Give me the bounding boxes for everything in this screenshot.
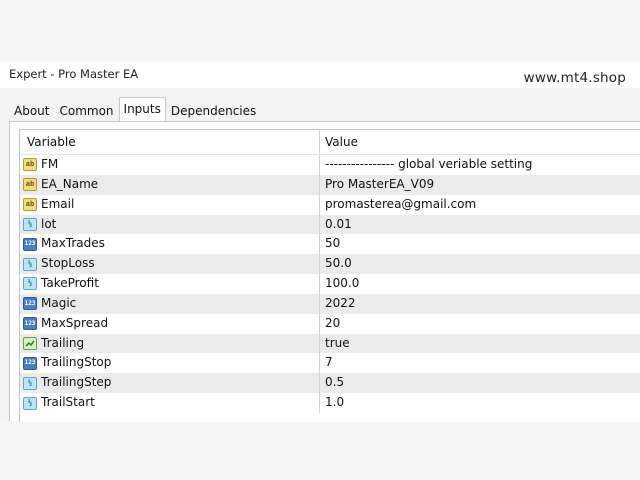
variable-cell: ½ TakeProfit — [20, 274, 320, 294]
string-type-icon: ab — [23, 178, 37, 192]
int-type-icon: 123 — [23, 297, 37, 311]
variable-name: TrailingStop — [41, 355, 112, 370]
input-row-magic[interactable]: 123 Magic 2022 — [20, 293, 640, 314]
input-row-ea-name[interactable]: ab EA_Name Pro MasterEA_V09 — [20, 174, 640, 195]
variable-name: FM — [41, 157, 59, 171]
input-row-trailingstop[interactable]: 123 TrailingStop 7 — [20, 353, 640, 374]
variable-cell: ab FM — [20, 155, 320, 175]
input-row-takeprofit[interactable]: ½ TakeProfit 100.0 — [20, 274, 640, 294]
value-cell[interactable]: 1.0 — [320, 393, 640, 413]
variable-cell: 123 TrailingStop — [20, 353, 320, 374]
input-row-trailstart[interactable]: ½ TrailStart 1.0 — [20, 393, 640, 413]
variable-cell: 123 MaxSpread — [20, 313, 320, 334]
tab-common[interactable]: Common — [54, 100, 118, 122]
variable-name: EA_Name — [41, 176, 99, 191]
bool-type-icon — [23, 337, 37, 351]
tab-bar: About Common Inputs Dependencies — [9, 97, 261, 123]
variable-cell: ½ lot — [20, 214, 320, 235]
input-row-stoploss[interactable]: ½ StopLoss 50.0 — [20, 254, 640, 275]
variable-name: MaxTrades — [41, 236, 105, 251]
inputs-panel: Variable Value ab FM ---------------- glob… — [9, 121, 640, 422]
variable-name: lot — [41, 216, 57, 231]
title-bar[interactable]: Expert - Pro Master EA www.mt4.shop — [0, 62, 640, 88]
variable-cell: ½ StopLoss — [20, 254, 320, 275]
double-type-icon: ½ — [23, 217, 37, 231]
variable-name: TakeProfit — [41, 276, 99, 291]
variable-cell: 123 MaxTrades — [20, 234, 320, 255]
int-type-icon: 123 — [23, 237, 37, 251]
grid-rows: ab FM ---------------- global veriable set… — [20, 155, 640, 413]
variable-cell: Trailing — [20, 333, 320, 354]
value-cell[interactable]: 20 — [320, 314, 640, 334]
variable-name: TrailingStep — [41, 375, 112, 390]
variable-name: Email — [41, 196, 75, 211]
value-cell[interactable]: 7 — [320, 353, 640, 373]
grid-header: Variable Value — [20, 130, 640, 155]
tab-about[interactable]: About — [9, 100, 54, 122]
string-type-icon: ab — [23, 158, 37, 172]
value-cell[interactable]: 2022 — [320, 294, 640, 314]
double-type-icon: ½ — [23, 376, 37, 390]
window-title: Expert - Pro Master EA — [9, 67, 139, 81]
value-cell[interactable]: 50.0 — [320, 254, 640, 274]
input-row-maxspread[interactable]: 123 MaxSpread 20 — [20, 313, 640, 334]
double-type-icon: ½ — [23, 396, 37, 410]
variable-cell: ab EA_Name — [20, 174, 320, 195]
value-cell[interactable]: 100.0 — [320, 274, 640, 294]
string-type-icon: ab — [23, 198, 37, 212]
value-cell[interactable]: promasterea@gmail.com — [320, 195, 640, 215]
input-row-maxtrades[interactable]: 123 MaxTrades 50 — [20, 234, 640, 255]
column-header-variable[interactable]: Variable — [20, 130, 320, 154]
input-row-trailingstep[interactable]: ½ TrailingStep 0.5 — [20, 373, 640, 394]
value-cell[interactable]: 0.01 — [320, 215, 640, 235]
variable-name: Trailing — [41, 335, 85, 350]
variable-cell: 123 Magic — [20, 293, 320, 314]
inputs-grid: Variable Value ab FM ---------------- glob… — [19, 129, 640, 422]
input-row-email[interactable]: ab Email promasterea@gmail.com — [20, 194, 640, 215]
column-header-value[interactable]: Value — [320, 130, 640, 154]
int-type-icon: 123 — [23, 317, 37, 331]
watermark-text: www.mt4.shop — [523, 70, 626, 86]
value-cell[interactable]: true — [320, 334, 640, 354]
variable-cell: ab Email — [20, 194, 320, 215]
tab-inputs[interactable]: Inputs — [118, 97, 166, 123]
variable-name: Magic — [41, 295, 77, 310]
input-row-lot[interactable]: ½ lot 0.01 — [20, 214, 640, 235]
input-row-fm[interactable]: ab FM ---------------- global veriable set… — [20, 155, 640, 175]
value-cell[interactable]: 0.5 — [320, 373, 640, 393]
value-cell[interactable]: 50 — [320, 234, 640, 254]
tab-dependencies[interactable]: Dependencies — [166, 100, 261, 122]
variable-name: MaxSpread — [41, 315, 109, 330]
int-type-icon: 123 — [23, 356, 37, 370]
variable-cell: ½ TrailingStep — [20, 373, 320, 394]
value-cell[interactable]: ---------------- global veriable setting — [320, 155, 640, 175]
variable-cell: ½ TrailStart — [20, 393, 320, 413]
variable-name: StopLoss — [41, 256, 95, 271]
double-type-icon: ½ — [23, 277, 37, 291]
expert-properties-dialog: Expert - Pro Master EA www.mt4.shop Abou… — [0, 62, 640, 422]
variable-name: TrailStart — [41, 395, 95, 410]
input-row-trailing[interactable]: Trailing true — [20, 333, 640, 354]
double-type-icon: ½ — [23, 257, 37, 271]
value-cell[interactable]: Pro MasterEA_V09 — [320, 175, 640, 195]
